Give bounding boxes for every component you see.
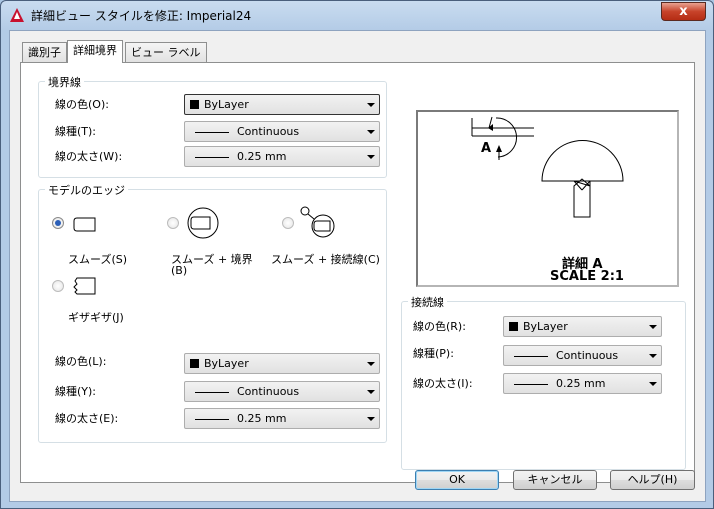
connection-linetype-label: 線種(P): (413, 347, 454, 360)
chevron-down-icon (367, 103, 375, 107)
boundary-linetype-select[interactable]: Continuous (184, 121, 380, 142)
jagged-label: ギザギザ(J) (68, 311, 124, 324)
dialog-client: 識別子 詳細境界 ビュー ラベル 境界線 線の色(O): ByLayer 線種(… (9, 30, 706, 502)
chevron-down-icon (649, 354, 657, 358)
help-button[interactable]: ヘルプ(H) (610, 470, 695, 490)
linetype-sample (195, 132, 229, 133)
boundary-color-select[interactable]: ByLayer (184, 94, 380, 115)
smooth-edge-icon (73, 217, 96, 232)
smooth-connection-icon (300, 206, 335, 238)
connection-linetype-select[interactable]: Continuous (503, 345, 662, 366)
smooth-radio[interactable] (52, 217, 64, 229)
color-swatch (190, 359, 199, 368)
detail-preview-drawing (471, 116, 624, 218)
cancel-button[interactable]: キャンセル (513, 470, 597, 490)
chevron-down-icon (367, 390, 375, 394)
ok-button[interactable]: OK (415, 470, 499, 490)
edge-color-label: 線の色(L): (55, 355, 107, 368)
smooth-boundary-icon (187, 207, 219, 239)
linetype-sample (195, 392, 229, 393)
boundary-title: 境界線 (45, 74, 84, 90)
boundary-lineweight-label: 線の太さ(W): (55, 150, 123, 163)
color-swatch (509, 322, 518, 331)
smooth-label: スムーズ(S) (68, 253, 128, 266)
connection-group: 接続線 線の色(R): ByLayer 線種(P): Continuous 線の… (401, 294, 686, 470)
tab-identifier[interactable]: 識別子 (22, 42, 67, 62)
chevron-down-icon (367, 130, 375, 134)
close-button[interactable]: x (661, 2, 706, 21)
connection-lineweight-label: 線の太さ(I): (413, 377, 473, 390)
lineweight-sample (195, 419, 229, 420)
smooth-connection-radio[interactable] (282, 217, 294, 229)
smooth-boundary-radio[interactable] (167, 217, 179, 229)
boundary-lineweight-select[interactable]: 0.25 mm (184, 146, 380, 167)
preview-marker-label: A (481, 141, 492, 156)
edge-color-select[interactable]: ByLayer (184, 353, 380, 374)
tab-detail-boundary[interactable]: 詳細境界 (67, 40, 123, 63)
boundary-group: 境界線 線の色(O): ByLayer 線種(T): Continuous 線の… (38, 74, 387, 178)
tab-panel: 境界線 線の色(O): ByLayer 線種(T): Continuous 線の… (20, 62, 695, 483)
autocad-app-icon (10, 8, 24, 22)
smooth-boundary-label-key: (B) (171, 264, 188, 277)
lineweight-sample (195, 157, 229, 158)
color-swatch (190, 100, 199, 109)
edge-linetype-select[interactable]: Continuous (184, 381, 380, 402)
smooth-connection-label: スムーズ + 接続線(C) (271, 253, 380, 266)
title-bar[interactable]: 詳細ビュー スタイルを修正: Imperial24 x (1, 1, 713, 29)
chevron-down-icon (649, 325, 657, 329)
jagged-radio[interactable] (52, 280, 64, 292)
model-edge-group: モデルのエッジ スムーズ(S) スムーズ + 境界 (B) スムーズ + 接続線… (38, 182, 387, 443)
tab-view-label[interactable]: ビュー ラベル (125, 42, 207, 62)
lineweight-sample (514, 384, 548, 385)
dialog-window: 詳細ビュー スタイルを修正: Imperial24 x 識別子 詳細境界 ビュー… (0, 0, 714, 509)
window-title: 詳細ビュー スタイルを修正: Imperial24 (31, 9, 252, 23)
preview-caption-scale: SCALE 2:1 (550, 269, 624, 284)
chevron-down-icon (649, 382, 657, 386)
edge-lineweight-label: 線の太さ(E): (55, 412, 119, 425)
boundary-linetype-label: 線種(T): (55, 125, 97, 138)
connection-title: 接続線 (408, 294, 447, 310)
connection-lineweight-select[interactable]: 0.25 mm (503, 373, 662, 394)
linetype-sample (514, 356, 548, 357)
chevron-down-icon (367, 155, 375, 159)
edge-lineweight-select[interactable]: 0.25 mm (184, 408, 380, 429)
connection-color-label: 線の色(R): (413, 320, 466, 333)
boundary-color-label: 線の色(O): (55, 98, 109, 111)
model-edge-title: モデルのエッジ (45, 182, 128, 198)
chevron-down-icon (367, 362, 375, 366)
chevron-down-icon (367, 417, 375, 421)
jagged-edge-icon (73, 277, 96, 295)
preview-panel: A 詳細 A SCALE 2:1 (416, 110, 679, 287)
connection-color-select[interactable]: ByLayer (503, 316, 662, 337)
close-icon: x (679, 4, 688, 19)
edge-linetype-label: 線種(Y): (55, 385, 97, 398)
